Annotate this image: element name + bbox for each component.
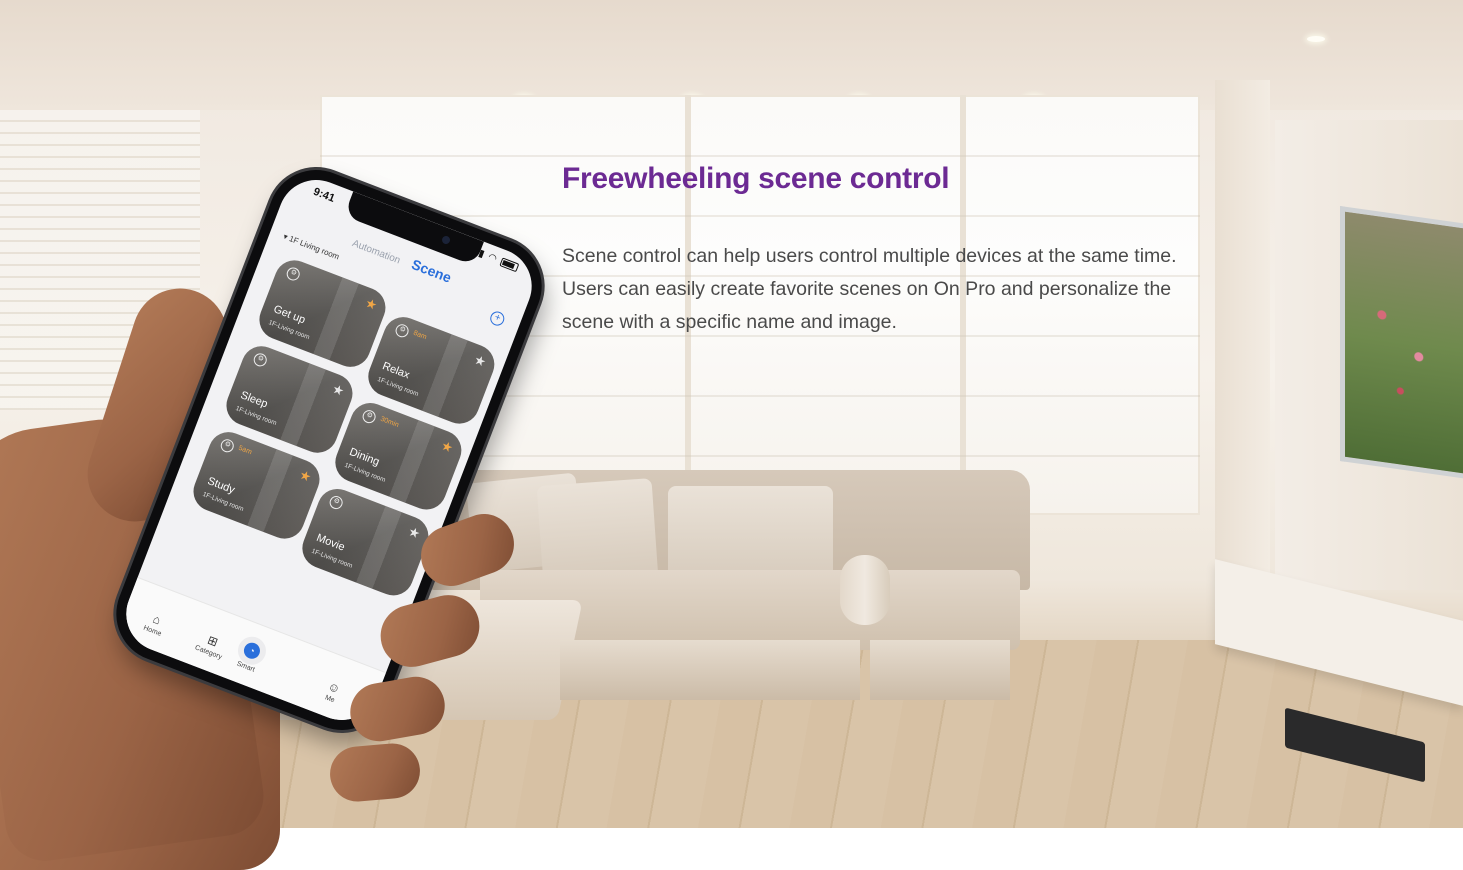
sofa-front-right	[870, 640, 1010, 700]
headline: Freewheeling scene control	[562, 162, 950, 195]
tab-home[interactable]: ⌂ Home	[128, 604, 183, 643]
scene-type-icon: ⚙	[218, 437, 236, 455]
scene-type-icon: ⚙	[360, 408, 378, 426]
scene-time: 30min	[379, 415, 400, 430]
scene-room: 1F-Living room	[310, 547, 354, 570]
tab-smart[interactable]: ◔ · Smart	[221, 632, 276, 679]
smart-icon: ◔	[241, 640, 263, 662]
ceiling-light	[1307, 36, 1325, 42]
scene-room: 1F-Living room	[201, 490, 245, 514]
scene-type-icon: ⚙	[327, 494, 345, 511]
sofa-front	[560, 640, 860, 700]
star-icon[interactable]: ★	[472, 352, 488, 370]
tab-scene[interactable]: Scene	[409, 256, 453, 286]
wall-pillar	[1215, 80, 1270, 640]
star-icon[interactable]: ★	[297, 467, 313, 485]
battery-icon	[499, 257, 520, 273]
star-icon[interactable]: ★	[406, 523, 422, 541]
scene-room: 1F-Living room	[376, 375, 420, 399]
scene-room: 1F-Living room	[343, 461, 387, 484]
body-text: Scene control can help users control mul…	[562, 245, 1177, 333]
scene-time: 5am	[237, 444, 253, 457]
tab-automation[interactable]: Automation	[351, 238, 402, 266]
wifi-icon: ◠	[486, 251, 500, 266]
star-icon[interactable]: ★	[330, 381, 346, 399]
plus-circle-icon[interactable]: +	[488, 309, 507, 328]
television	[1340, 206, 1463, 479]
scene-type-icon: ⚙	[251, 351, 269, 369]
status-time: 9:41	[311, 185, 337, 205]
scene-room: 1F-Living room	[234, 405, 278, 428]
star-icon[interactable]: ★	[363, 295, 379, 313]
star-icon[interactable]: ★	[439, 438, 455, 456]
scene-type-icon: ⚙	[284, 265, 302, 283]
scene-type-icon: ⚙	[393, 322, 411, 340]
scene-time: 8am	[412, 329, 428, 342]
sofa-bolster	[840, 555, 890, 625]
